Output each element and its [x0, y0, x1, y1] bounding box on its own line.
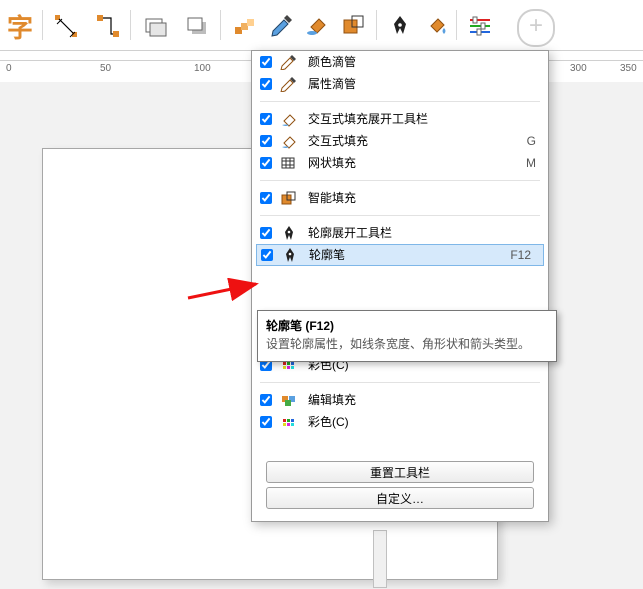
- interactive-fill-icon: [305, 13, 331, 39]
- tooltip-body: 设置轮廓属性，如线条宽度、角形状和箭头类型。: [266, 336, 548, 353]
- customize-button[interactable]: 自定义…: [266, 487, 534, 509]
- flyout-item-shortcut: F12: [473, 245, 543, 265]
- flyout-item-label: 轮廓展开工具栏: [308, 222, 478, 244]
- tooltip-title: 轮廓笔 (F12): [266, 317, 548, 334]
- flyout-item-label: 彩色(C): [308, 411, 478, 433]
- ruler-label: 300: [570, 63, 587, 74]
- flyout-item-color-eyedropper[interactable]: 颜色滴管: [252, 51, 548, 73]
- outline-pen-button[interactable]: [382, 8, 418, 44]
- page-strip: [373, 530, 387, 588]
- flyout-checkbox[interactable]: [260, 416, 272, 428]
- flyout-item-label: 智能填充: [308, 187, 478, 209]
- options-button[interactable]: [462, 8, 498, 44]
- outline-flyout-icon: [280, 225, 298, 241]
- drop-shadow-icon: [185, 13, 211, 39]
- flyout-button-bar: 重置工具栏 自定义…: [252, 451, 548, 521]
- interactive-fill-flyout-icon: [280, 111, 298, 127]
- flyout-item-label: 颜色滴管: [308, 51, 478, 73]
- reset-toolbar-button[interactable]: 重置工具栏: [266, 461, 534, 483]
- flyout-item-label: 交互式填充: [308, 130, 478, 152]
- flyout-item-icon: [278, 413, 300, 431]
- flyout-item-icon: [278, 224, 300, 242]
- connector-tool-button[interactable]: [90, 8, 126, 44]
- flyout-checkbox[interactable]: [260, 157, 272, 169]
- mesh-fill-icon: [280, 155, 298, 171]
- flyout-item-mesh-fill[interactable]: 网状填充M: [252, 152, 548, 174]
- flyout-item-color-c2[interactable]: 彩色(C): [252, 411, 548, 433]
- flyout-item-label: 交互式填充展开工具栏: [308, 108, 478, 130]
- ruler-label: 100: [194, 63, 211, 74]
- flyout-checkbox[interactable]: [260, 192, 272, 204]
- rectangle-tool-button[interactable]: [138, 8, 174, 44]
- drop-shadow-tool-button[interactable]: [180, 8, 216, 44]
- flyout-item-shortcut: G: [478, 130, 548, 152]
- attributes-eyedropper-icon: [280, 76, 298, 92]
- dimension-tool-button[interactable]: [48, 8, 84, 44]
- flyout-checkbox[interactable]: [261, 249, 273, 261]
- flyout-item-label: 轮廓笔: [309, 245, 473, 265]
- flyout-item-icon: [278, 53, 300, 71]
- flyout-item-icon: [278, 391, 300, 409]
- sliders-icon: [467, 13, 493, 39]
- flyout-item-outline-flyout[interactable]: 轮廓展开工具栏: [252, 222, 548, 244]
- smart-fill-icon: [280, 190, 298, 206]
- flyout-item-label: 编辑填充: [308, 389, 478, 411]
- connector-icon: [95, 13, 121, 39]
- flyout-checkbox[interactable]: [260, 78, 272, 90]
- flyout-item-interactive-fill[interactable]: 交互式填充G: [252, 130, 548, 152]
- edit-fill-icon: [280, 392, 298, 408]
- fill-button[interactable]: [418, 8, 454, 44]
- add-tool-button[interactable]: +: [517, 9, 555, 47]
- flyout-checkbox[interactable]: [260, 227, 272, 239]
- dimension-icon: [53, 13, 79, 39]
- flyout-checkbox[interactable]: [260, 394, 272, 406]
- smart-fill-button[interactable]: [336, 8, 372, 44]
- smart-fill-icon: [341, 13, 367, 39]
- flyout-item-interactive-fill-flyout[interactable]: 交互式填充展开工具栏: [252, 108, 548, 130]
- pen-nib-icon: [387, 13, 413, 39]
- blend-icon: [233, 13, 259, 39]
- ruler-label: 50: [100, 63, 111, 74]
- flyout-item-icon: [278, 189, 300, 207]
- interactive-fill-button[interactable]: [300, 8, 336, 44]
- flyout-item-smart-fill[interactable]: 智能填充: [252, 187, 548, 209]
- flyout-item-outline-pen[interactable]: 轮廓笔F12: [256, 244, 544, 266]
- flyout-checkbox[interactable]: [260, 113, 272, 125]
- color-eyedropper-button[interactable]: [264, 8, 300, 44]
- ruler-label: 0: [6, 63, 12, 74]
- bucket-icon: [423, 13, 449, 39]
- interactive-fill-icon: [280, 133, 298, 149]
- toolbar-customize-flyout[interactable]: 颜色滴管属性滴管交互式填充展开工具栏交互式填充G网状填充M智能填充轮廓展开工具栏…: [251, 50, 549, 522]
- tooltip: 轮廓笔 (F12) 设置轮廓属性，如线条宽度、角形状和箭头类型。: [257, 310, 557, 362]
- flyout-item-attributes-eyedropper[interactable]: 属性滴管: [252, 73, 548, 95]
- ruler-label: 350: [620, 63, 637, 74]
- flyout-item-label: 网状填充: [308, 152, 478, 174]
- flyout-item-icon: [278, 132, 300, 150]
- color-c2-icon: [280, 414, 298, 430]
- main-toolbar: 字: [0, 0, 643, 51]
- flyout-item-icon: [278, 110, 300, 128]
- flyout-checkbox[interactable]: [260, 56, 272, 68]
- flyout-item-icon: [278, 154, 300, 172]
- flyout-item-edit-fill[interactable]: 编辑填充: [252, 389, 548, 411]
- eyedropper-icon: [269, 13, 295, 39]
- rectangle-icon: [143, 13, 169, 39]
- flyout-item-shortcut: M: [478, 152, 548, 174]
- text-tool-button[interactable]: 字: [2, 8, 38, 44]
- flyout-item-icon: [278, 75, 300, 93]
- outline-pen-icon: [281, 247, 299, 263]
- blend-tool-button[interactable]: [228, 8, 264, 44]
- flyout-checkbox[interactable]: [260, 135, 272, 147]
- color-eyedropper-icon: [280, 54, 298, 70]
- flyout-item-label: 属性滴管: [308, 73, 478, 95]
- flyout-item-icon: [279, 246, 301, 264]
